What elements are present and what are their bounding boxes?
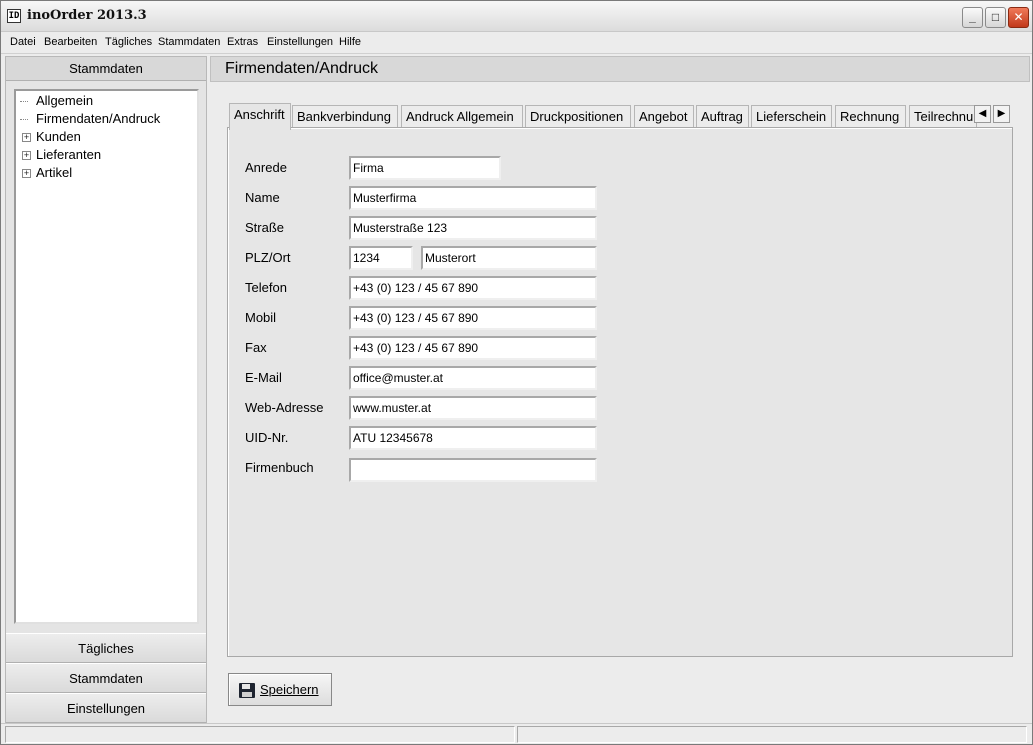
save-button-label: Speichern [260,682,319,697]
anrede-label: Anrede [245,160,287,175]
tab-druckpositionen[interactable]: Druckpositionen [525,105,631,129]
tree-item-allgemein[interactable]: Allgemein [36,92,93,110]
uid-field[interactable] [349,426,597,450]
app-window: ID inoOrder 2013.3 _ □ ✕ Datei Bearbeite… [0,0,1033,745]
menu-einstellungen[interactable]: Einstellungen [267,36,333,48]
page-title: Firmendaten/Andruck [210,56,1030,82]
minimize-button[interactable]: _ [962,7,983,28]
mobil-field[interactable] [349,306,597,330]
tree-item-artikel[interactable]: Artikel [36,164,72,182]
firmenbuch-label: Firmenbuch [245,460,314,475]
tab-angebot[interactable]: Angebot [634,105,694,129]
title-bar[interactable]: ID inoOrder 2013.3 _ □ ✕ [1,1,1032,32]
status-panel-left [5,726,515,743]
uid-label: UID-Nr. [245,430,289,445]
tab-scroll-right-icon[interactable]: ▶ [993,105,1010,123]
section-taegliches-button[interactable]: Tägliches [6,633,206,663]
expand-plus-icon[interactable]: + [22,133,31,142]
menu-datei[interactable]: Datei [10,36,36,48]
email-field[interactable] [349,366,597,390]
sidebar-header[interactable]: Stammdaten [6,57,206,81]
ort-field[interactable] [421,246,597,270]
floppy-disk-icon [239,683,255,698]
anrede-field[interactable] [349,156,501,180]
web-field[interactable] [349,396,597,420]
navigation-tree[interactable]: Allgemein Firmendaten/Andruck + Kunden +… [14,89,199,624]
tab-teilrechnung[interactable]: Teilrechnu [909,105,977,129]
menu-bar: Datei Bearbeiten Tägliches Stammdaten Ex… [1,32,1032,54]
status-panel-right [517,726,1027,743]
window-title: inoOrder 2013.3 [27,8,147,23]
web-label: Web-Adresse [245,400,324,415]
firmenbuch-field[interactable] [349,458,597,482]
menu-hilfe[interactable]: Hilfe [339,36,361,48]
tab-bankverbindung[interactable]: Bankverbindung [292,105,398,129]
telefon-label: Telefon [245,280,287,295]
status-bar [1,723,1032,744]
tree-item-kunden[interactable]: Kunden [36,128,81,146]
telefon-field[interactable] [349,276,597,300]
expand-plus-icon[interactable]: + [22,151,31,160]
mobil-label: Mobil [245,310,277,325]
tree-item-lieferanten[interactable]: Lieferanten [36,146,101,164]
tab-lieferschein[interactable]: Lieferschein [751,105,832,129]
name-label: Name [245,190,280,205]
tree-connector [20,101,28,102]
name-field[interactable] [349,186,597,210]
strasse-field[interactable] [349,216,597,240]
menu-stammdaten[interactable]: Stammdaten [158,36,220,48]
save-button[interactable]: Speichern [228,673,332,706]
tab-bar: Anschrift Bankverbindung Andruck Allgeme… [227,103,1013,130]
tab-auftrag[interactable]: Auftrag [696,105,749,129]
tab-panel-anschrift [227,127,1013,657]
sidebar: Stammdaten Allgemein Firmendaten/Andruck… [5,56,207,723]
plz-ort-label: PLZ/Ort [245,250,291,265]
maximize-button[interactable]: □ [985,7,1006,28]
app-logo-icon: ID [7,9,21,23]
tab-andruck-allgemein[interactable]: Andruck Allgemein [401,105,523,129]
email-label: E-Mail [245,370,282,385]
tab-anschrift[interactable]: Anschrift [229,103,291,130]
tree-connector [20,119,28,120]
menu-extras[interactable]: Extras [227,36,258,48]
section-stammdaten-button[interactable]: Stammdaten [6,663,206,693]
section-einstellungen-button[interactable]: Einstellungen [6,693,206,723]
plz-field[interactable] [349,246,413,270]
expand-plus-icon[interactable]: + [22,169,31,178]
close-button[interactable]: ✕ [1008,7,1029,28]
strasse-label: Straße [245,220,285,235]
tab-scroll-left-icon[interactable]: ◀ [974,105,991,123]
menu-taegliches[interactable]: Tägliches [105,36,152,48]
menu-bearbeiten[interactable]: Bearbeiten [44,36,97,48]
fax-label: Fax [245,340,267,355]
tree-item-firmendaten[interactable]: Firmendaten/Andruck [36,110,160,128]
tab-rechnung[interactable]: Rechnung [835,105,906,129]
fax-field[interactable] [349,336,597,360]
